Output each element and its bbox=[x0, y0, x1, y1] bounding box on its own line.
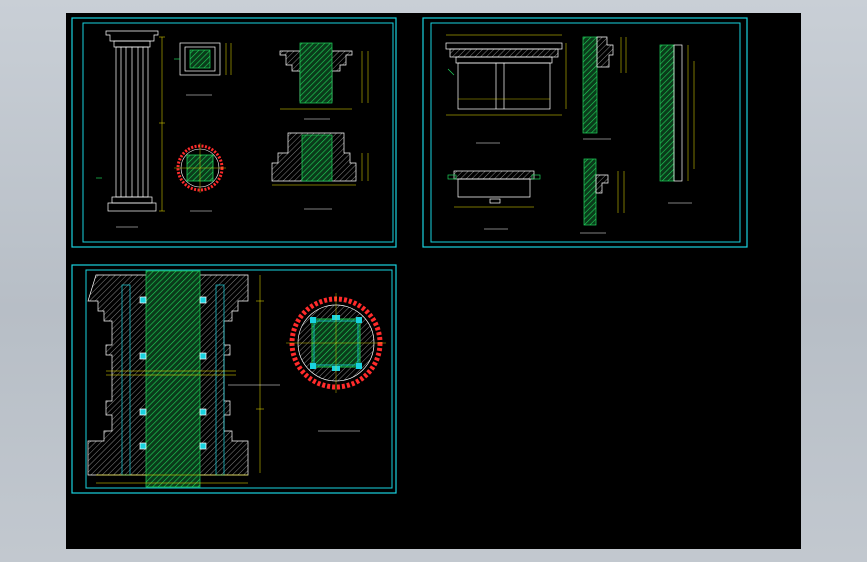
base-section bbox=[271, 132, 369, 210]
capital-section bbox=[279, 42, 369, 120]
cladding-profile bbox=[659, 44, 695, 204]
profile-detail bbox=[580, 158, 625, 234]
footing-detail bbox=[447, 170, 541, 230]
column-plan-large bbox=[286, 293, 386, 432]
sheet-1 bbox=[71, 17, 397, 248]
sheet-2 bbox=[422, 17, 748, 248]
shaft-section-circular bbox=[174, 143, 226, 212]
column-elevation bbox=[96, 30, 165, 228]
column-section-large bbox=[87, 270, 280, 488]
capital-plan bbox=[174, 42, 232, 96]
cornice-profile bbox=[582, 36, 627, 140]
entablature-elevation bbox=[445, 34, 567, 144]
cad-drawing-canvas[interactable] bbox=[66, 13, 801, 549]
cad-viewport[interactable] bbox=[66, 13, 801, 549]
sheet-3 bbox=[71, 264, 397, 494]
